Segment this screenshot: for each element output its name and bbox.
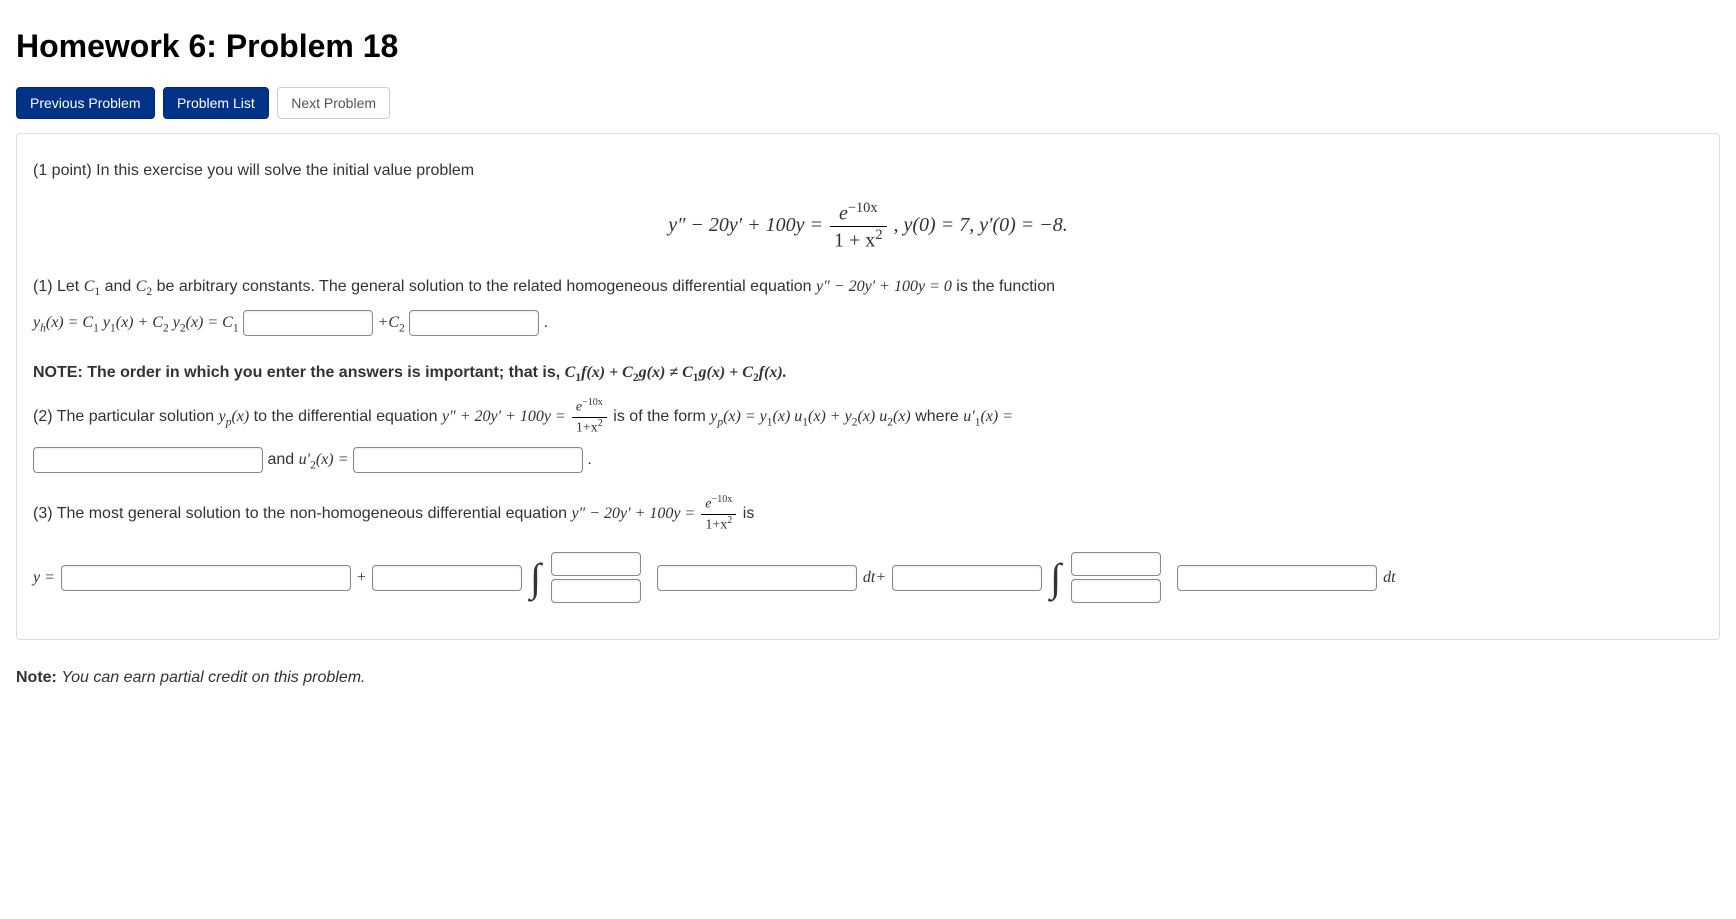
next-problem-button[interactable]: Next Problem [277,87,390,119]
answer-u2prime-input[interactable] [353,447,583,473]
integral-icon: ∫ [528,558,543,598]
answer-int1-upper-input[interactable] [551,552,641,576]
answer-int2-integrand-input[interactable] [1177,565,1377,591]
page-title: Homework 6: Problem 18 [16,28,1720,65]
intro-line: (1 point) In this exercise you will solv… [33,159,1703,182]
part1-equation: yh(x) = C1 y1(x) + C2 y2(x) = C1 +C2 . [33,310,1703,337]
problem-nav: Previous Problem Problem List Next Probl… [16,87,1720,119]
answer-int2-lower-input[interactable] [1071,579,1161,603]
part2-inputs: and u′2(x) = . [33,447,1703,474]
answer-general-term1-input[interactable] [61,565,351,591]
problem-body: (1 point) In this exercise you will solv… [16,133,1720,640]
main-ode: y″ − 20y′ + 100y = e−10x 1 + x2 , y(0) =… [33,200,1703,252]
answer-int2-upper-input[interactable] [1071,552,1161,576]
part1-text: (1) Let C1 and C2 be arbitrary constants… [33,275,1703,301]
answer-u1prime-input[interactable] [33,447,263,473]
answer-y2-input[interactable] [409,310,539,336]
answer-general-term2-input[interactable] [372,565,522,591]
previous-problem-button[interactable]: Previous Problem [16,87,155,119]
partial-credit-note: Note: You can earn partial credit on thi… [16,666,1720,689]
note-order: NOTE: The order in which you enter the a… [33,361,1703,387]
general-solution-row: y = + ∫ dt+ ∫ dt [33,552,1703,603]
integral-icon: ∫ [1048,558,1063,598]
answer-general-term3-input[interactable] [892,565,1042,591]
part3-text: (3) The most general solution to the non… [33,494,1703,534]
answer-y1-input[interactable] [243,310,373,336]
problem-list-button[interactable]: Problem List [163,87,269,119]
part2-text: (2) The particular solution yp(x) to the… [33,397,1703,437]
answer-int1-lower-input[interactable] [551,579,641,603]
answer-int1-integrand-input[interactable] [657,565,857,591]
